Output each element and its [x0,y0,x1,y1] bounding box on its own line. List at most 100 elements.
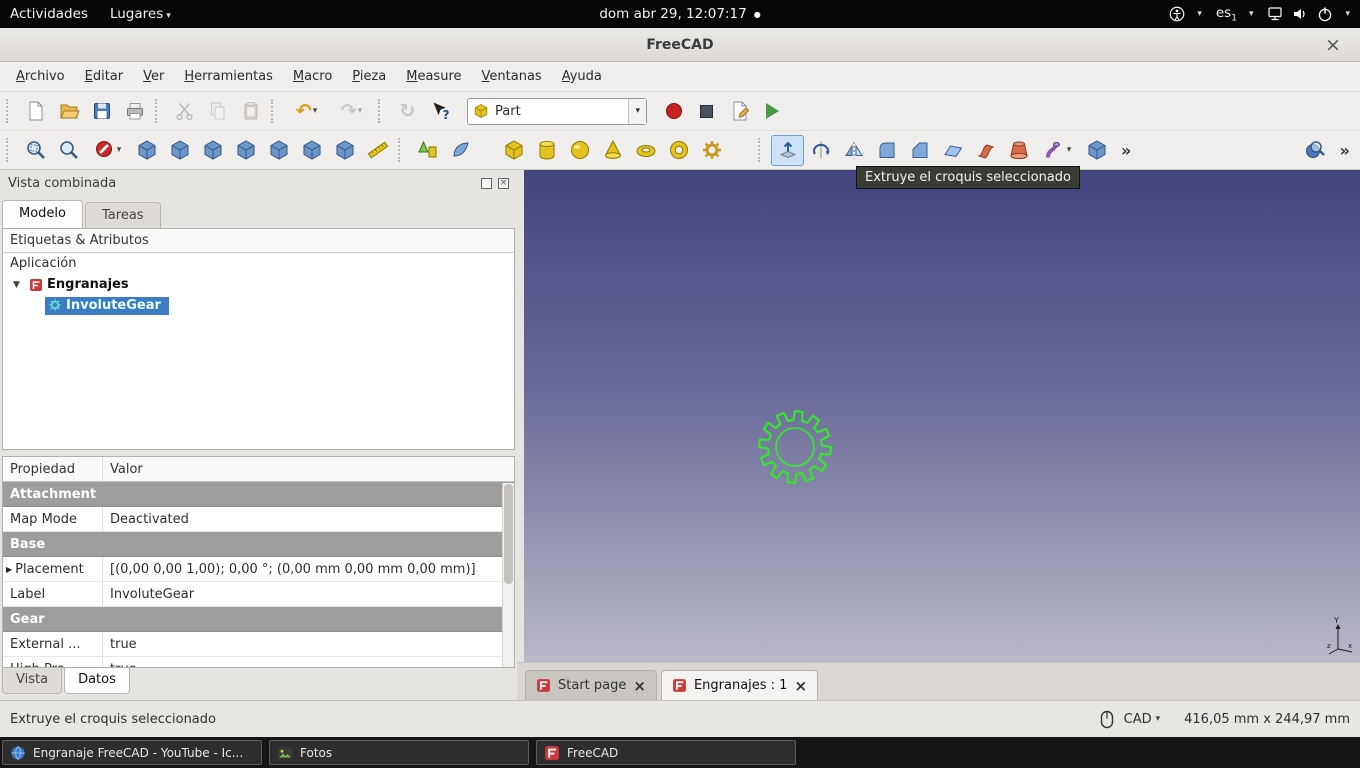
edit-macro-button[interactable] [723,96,756,127]
gear-tool-button[interactable] [695,135,728,166]
toolbar-handle[interactable] [271,99,280,123]
property-row-label[interactable]: Label InvoluteGear [3,582,514,607]
menu-herramientas[interactable]: Herramientas [174,65,283,88]
rear-view-button[interactable] [262,135,295,166]
draw-style-dropdown-icon[interactable]: ▾ [117,145,122,155]
toolbar-handle[interactable] [378,99,387,123]
cone-button[interactable] [596,135,629,166]
undo-dropdown-icon[interactable]: ▾ [313,106,318,116]
3d-viewport[interactable]: Y x z [524,170,1360,662]
redo-button[interactable]: ↷ ▾ [329,96,374,127]
extrude-button[interactable] [771,134,804,166]
right-view-button[interactable] [229,135,262,166]
taskbar-window-fotos[interactable]: Fotos [269,740,529,765]
front-view-button[interactable] [163,135,196,166]
fit-all-button[interactable] [19,135,52,166]
cut-button[interactable] [168,96,201,127]
print-button[interactable] [118,96,151,127]
top-view-button[interactable] [196,135,229,166]
workbench-selector[interactable]: Part ▾ [467,97,647,125]
toolbar-overflow-button[interactable]: » [1332,141,1358,160]
property-group-gear[interactable]: Gear [3,607,514,632]
activities-button[interactable]: Actividades [10,6,88,22]
tab-close-icon[interactable]: × [794,677,807,695]
property-row-map-mode[interactable]: Map Mode Deactivated [3,507,514,532]
torus-button[interactable] [629,135,662,166]
create-primitives-button[interactable] [411,135,444,166]
menu-ayuda[interactable]: Ayuda [552,65,612,88]
tab-start-page[interactable]: Start page × [525,670,657,700]
tab-engranajes[interactable]: Engranajes : 1 × [660,670,819,700]
save-button[interactable] [85,96,118,127]
property-row-high-precision[interactable]: High Pre... true [3,657,514,667]
toolbar-handle[interactable] [758,138,767,162]
fit-selection-button[interactable] [52,135,85,166]
keyboard-layout-menu[interactable]: es1 ▾ [1216,5,1254,24]
undo-button[interactable]: ↶ ▾ [284,96,329,127]
tree-item-application[interactable]: Aplicación [3,253,514,274]
copy-button[interactable] [201,96,234,127]
menu-ventanas[interactable]: Ventanas [472,65,552,88]
tube-button[interactable] [662,135,695,166]
measure-button[interactable] [361,135,394,166]
sweep-button[interactable]: ▾ [1035,135,1080,166]
clock-menu[interactable]: dom abr 29, 12:07:17 ● [599,6,760,22]
system-status-menu[interactable]: ▾ [1267,6,1350,22]
tree-item-involutegear[interactable]: InvoluteGear [3,295,514,316]
taskbar-window-freecad[interactable]: FreeCAD [536,740,796,765]
tab-vista[interactable]: Vista [2,668,63,694]
open-file-button[interactable] [52,96,85,127]
toolbar-handle[interactable] [6,138,15,162]
collapse-icon[interactable]: ▼ [13,280,25,290]
toolbar-overflow-button[interactable]: » [1113,141,1139,160]
scrollbar[interactable] [502,483,514,667]
places-menu[interactable]: Lugares ▾ [110,6,171,22]
menu-macro[interactable]: Macro [283,65,342,88]
tree-item-document[interactable]: ▼ Engranajes [3,274,514,295]
tab-modelo[interactable]: Modelo [2,200,83,228]
expand-icon[interactable]: ▶ [6,565,12,574]
axonometric-view-button[interactable] [130,135,163,166]
make-face-button[interactable] [936,135,969,166]
fillet-button[interactable] [870,135,903,166]
record-macro-button[interactable] [657,96,690,127]
toolbar-handle[interactable] [155,99,164,123]
whats-this-button[interactable]: ? [424,96,457,127]
shape-builder-button[interactable] [444,135,477,166]
combo-dropdown-icon[interactable]: ▾ [628,98,646,124]
sphere-button[interactable] [563,135,596,166]
accessibility-menu[interactable]: ▾ [1169,6,1202,22]
refresh-button[interactable]: ↻ [391,96,424,127]
menu-archivo[interactable]: Archivo [6,65,75,88]
menu-editar[interactable]: Editar [75,65,134,88]
sweep-dropdown-icon[interactable]: ▾ [1067,145,1072,155]
left-view-button[interactable] [328,135,361,166]
draw-style-button[interactable]: ▾ [85,135,130,166]
property-group-attachment[interactable]: Attachment [3,482,514,507]
mirror-button[interactable] [837,135,870,166]
loft-button[interactable] [1002,135,1035,166]
paste-button[interactable] [234,96,267,127]
compound-button[interactable] [1080,135,1113,166]
navigation-style-selector[interactable]: CAD ▾ [1124,712,1161,727]
panel-close-button[interactable]: × [498,177,509,189]
menu-pieza[interactable]: Pieza [342,65,396,88]
redo-dropdown-icon[interactable]: ▾ [358,106,363,116]
window-close-button[interactable]: × [1320,32,1346,58]
scrollbar-thumb[interactable] [504,484,513,584]
chamfer-button[interactable] [903,135,936,166]
menu-ver[interactable]: Ver [133,65,174,88]
property-row-placement[interactable]: ▶ Placement [(0,00 0,00 1,00); 0,00 °; (0… [3,557,514,582]
taskbar-window-browser[interactable]: Engranaje FreeCAD - YouTube - Ic... [2,740,262,765]
panel-float-button[interactable] [481,177,492,189]
new-file-button[interactable] [19,96,52,127]
revolve-button[interactable] [804,135,837,166]
inspect-shape-button[interactable] [1299,135,1332,166]
ruled-surface-button[interactable] [969,135,1002,166]
bottom-view-button[interactable] [295,135,328,166]
property-row-external[interactable]: External ... true [3,632,514,657]
toolbar-handle[interactable] [6,99,15,123]
tab-tareas[interactable]: Tareas [85,202,161,228]
property-group-base[interactable]: Base [3,532,514,557]
box-button[interactable] [497,135,530,166]
